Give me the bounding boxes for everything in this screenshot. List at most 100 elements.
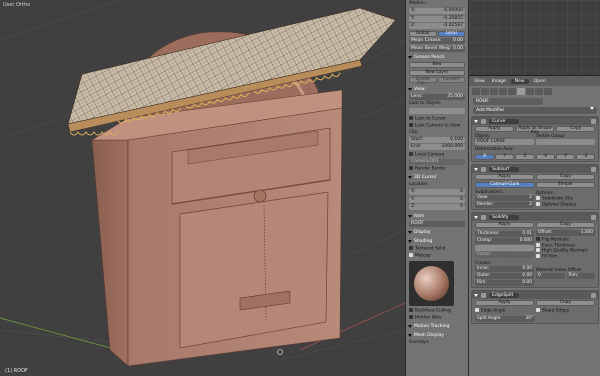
world-tab-icon[interactable] [490,88,498,95]
lens-row[interactable]: Lens: 35.000 [409,93,465,101]
object-tab-icon[interactable] [499,88,507,95]
median-z-row[interactable]: Z: -0.02597 [409,23,465,30]
subsurf-modifier-name[interactable]: Subsurf [489,166,519,172]
catmull-clark-button[interactable]: Catmull-Clark [475,182,535,188]
render-tab-icon[interactable] [472,88,480,95]
crease-outer-field[interactable]: Outer: 0.00 [475,273,534,279]
item-name-field[interactable]: ROOF [409,220,465,227]
lock-camera-check[interactable]: Lock Camera to View [409,122,465,129]
constraints-tab-icon[interactable] [508,88,516,95]
3d-viewport[interactable]: User Ortho (1) ROOF [0,0,405,376]
mean-crease-row[interactable]: Mean Crease: 0.00 [409,38,465,45]
close-icon[interactable] [591,292,596,298]
clip-end-row[interactable]: End: 1000.000 [409,144,465,151]
factor-field[interactable]: Factor: [475,252,534,258]
item-header[interactable]: Item [408,213,466,220]
view-menu[interactable]: View [472,79,487,84]
axis-z-button[interactable]: Z [515,154,535,160]
close-icon[interactable] [591,118,596,124]
hq-normals-check[interactable]: High Quality Normals [536,248,595,254]
material-tab-icon[interactable] [535,88,543,95]
gp-new-button[interactable]: New [409,62,465,69]
camera-field[interactable]: Camera.001 [409,158,465,165]
mean-crease-value[interactable]: 0.00 [453,38,463,44]
cursor-y-value[interactable]: 0 [460,197,463,203]
properties-n-panel[interactable]: Median: X: -0.00000 Y: -0.30855 Z: -0.02597… [405,0,468,376]
solidify-copy-button[interactable]: Copy [536,222,595,228]
cursor-x-row[interactable]: X: 0 [409,189,465,196]
gp-delete-frame-button[interactable]: Delete Fra... [409,77,437,86]
edgesplit-copy-button[interactable]: Copy [536,300,595,306]
split-angle-field[interactable]: Split Angle: 30° [475,315,535,322]
axis-x-button[interactable]: X [475,154,495,160]
lock-object-field[interactable] [409,108,465,115]
image-menu[interactable]: Image [490,79,508,84]
crease-inner-field[interactable]: Inner: 0.00 [475,266,534,272]
curve-apply-shape-button[interactable]: Apply as Shape Key [515,126,555,135]
median-z-value[interactable]: -0.02597 [443,23,463,29]
textured-solid-check[interactable]: Textured Solid [409,246,465,252]
add-modifier-dropdown[interactable]: Add Modifier [473,107,597,114]
offset-field[interactable]: Offset: -1.000 [536,230,595,236]
collapse-icon[interactable] [474,293,478,297]
material-rim-field[interactable]: Rim: [566,273,595,279]
subsurf-copy-button[interactable]: Copy [536,174,595,180]
display-header[interactable]: Display [408,229,466,236]
subsurf-render-field[interactable]: Render: 2 [475,202,534,208]
axis-neg-z-button[interactable]: -Z [575,154,596,160]
new-image-button[interactable]: New [510,78,529,84]
view-header[interactable]: View [408,86,466,93]
thickness-field[interactable]: Thickness: 0.01 [475,231,534,237]
fill-rim-check[interactable]: Fill Rim [536,253,595,259]
material-offset-field[interactable]: 0 [536,273,565,279]
backface-culling-check[interactable]: Backface Culling [409,308,465,314]
subsurf-apply-button[interactable]: Apply [475,174,534,180]
axis-y-button[interactable]: Y [495,154,515,160]
curve-vertex-group-field[interactable] [536,139,595,145]
collapse-icon[interactable] [474,215,478,219]
axis-neg-y-button[interactable]: -Y [555,154,575,160]
cursor-x-value[interactable]: 0 [460,189,463,195]
crease-rim-field[interactable]: Rim: 0.00 [475,280,534,286]
clip-end-value[interactable]: 1000.000 [442,144,463,150]
close-icon[interactable] [591,214,596,220]
close-icon[interactable] [591,166,596,172]
lens-value[interactable]: 35.000 [447,94,463,100]
gp-new-layer-button[interactable]: New Layer [409,69,465,76]
cursor-z-row[interactable]: Z: 0 [409,204,465,211]
local-camera-check[interactable]: Local Camera [409,151,465,158]
median-x-value[interactable]: -0.00000 [443,8,463,14]
gp-convert-button[interactable]: Convert [437,77,465,84]
median-x-row[interactable]: X: -0.00000 [409,8,465,15]
scene-tab-icon[interactable] [481,88,489,95]
median-y-row[interactable]: Y: -0.30855 [409,15,465,23]
motion-tracking-header[interactable]: Motion Tracking [408,323,466,330]
matcap-check[interactable]: Matcap [409,253,465,259]
image-editor-area[interactable] [469,0,600,76]
edge-angle-check[interactable]: Edge Angle [475,308,534,314]
sharp-edges-check[interactable]: Sharp Edges [536,308,595,314]
clamp-field[interactable]: Clamp: 0.000 [475,238,534,244]
shading-header[interactable]: Shading [408,238,466,245]
curve-object-field[interactable]: ROOF CURVE [475,139,534,145]
edgesplit-apply-button[interactable]: Apply [475,300,534,306]
open-image-button[interactable]: Open [532,79,548,84]
matcap-preview[interactable] [409,261,454,306]
collapse-icon[interactable] [474,119,478,123]
simple-button[interactable]: Simple [535,182,595,188]
optimal-display-check[interactable]: Optimal Display [536,201,595,207]
clip-start-value[interactable]: 0.100 [450,137,463,143]
curve-copy-button[interactable]: Copy [556,126,596,132]
vertex-group-field[interactable] [475,245,534,251]
data-tab-icon[interactable] [526,88,534,95]
lock-to-cursor-check[interactable]: Lock to Cursor [409,115,465,122]
median-y-value[interactable]: -0.30855 [443,16,463,22]
solidify-modifier-name[interactable]: Solidify [489,214,519,220]
cursor-y-row[interactable]: Y: 0 [409,196,465,204]
texture-tab-icon[interactable] [544,88,552,95]
global-button[interactable]: Global [409,30,437,37]
viewport-scene[interactable] [0,0,405,376]
solidify-apply-button[interactable]: Apply [475,222,534,228]
origin-point[interactable] [277,349,283,355]
modifiers-tab-icon[interactable] [517,88,525,95]
